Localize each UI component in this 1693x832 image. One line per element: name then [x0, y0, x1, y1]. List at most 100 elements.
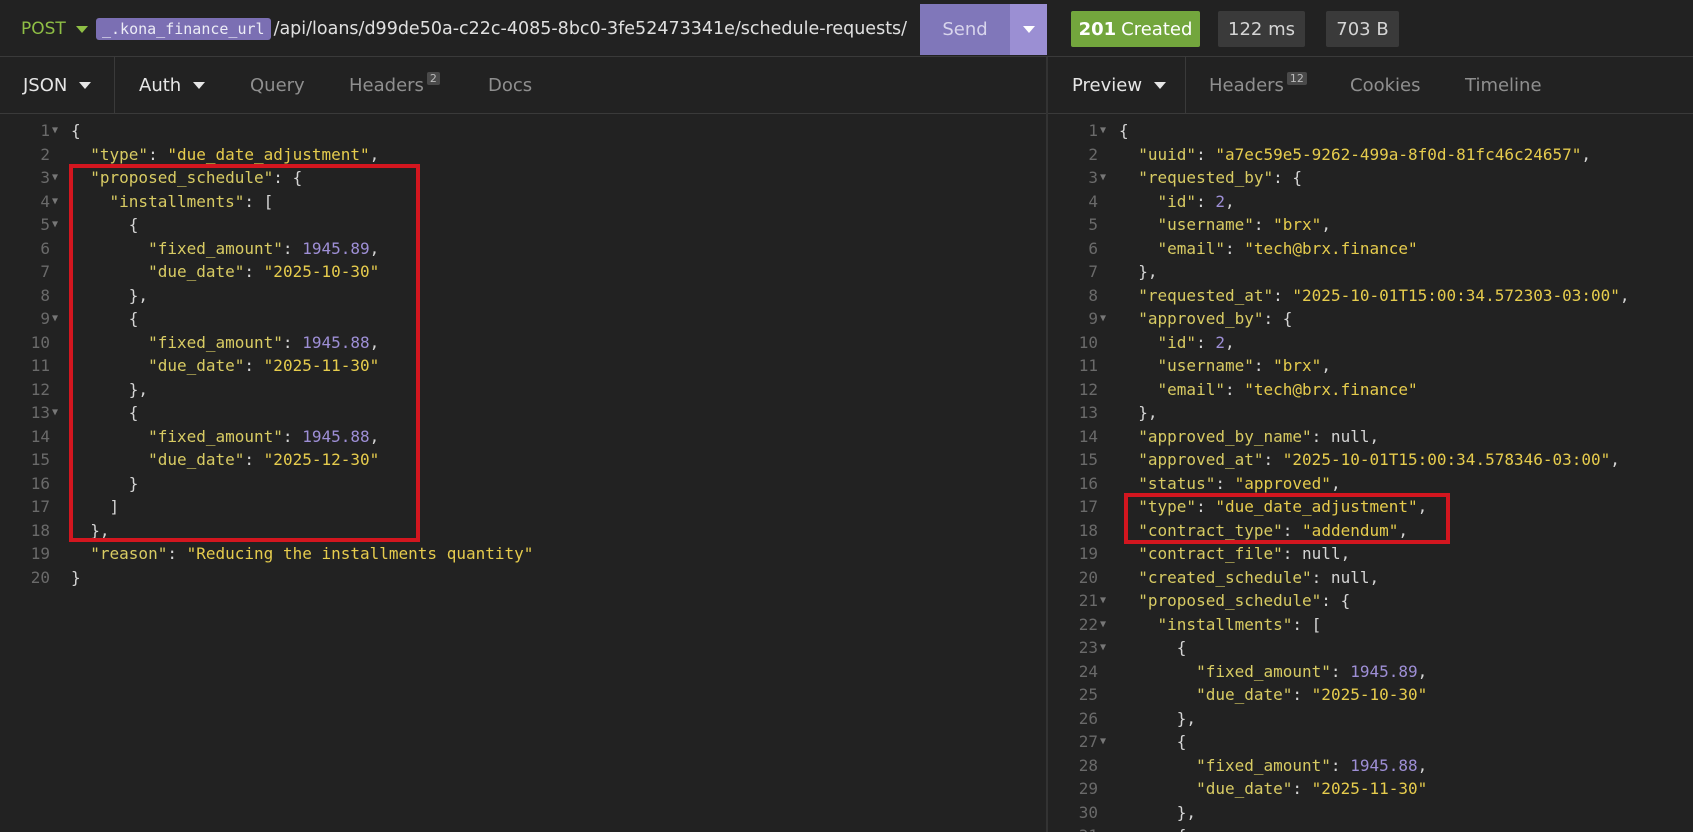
- fold-toggle-icon[interactable]: ▼: [52, 172, 58, 183]
- fold-toggle-icon[interactable]: ▼: [52, 407, 58, 418]
- fold-toggle-icon[interactable]: ▼: [1100, 125, 1106, 136]
- line-number: 8: [40, 285, 50, 305]
- tab-separator: [114, 57, 115, 114]
- code-text: "uuid": "a7ec59e5-9262-499a-8f0d-81fc46c…: [1138, 144, 1592, 164]
- headers-count-badge: 2: [426, 72, 440, 85]
- line-number: 13: [1078, 403, 1098, 423]
- fold-toggle-icon[interactable]: ▼: [52, 219, 58, 230]
- tab-timeline[interactable]: Timeline: [1465, 57, 1542, 114]
- highlight-box-response: [1124, 493, 1450, 544]
- code-text: {: [1119, 826, 1187, 832]
- line-number: 25: [1078, 685, 1098, 705]
- code-line: 19 "reason": "Reducing the installments …: [0, 542, 1046, 566]
- line-number: 5: [40, 215, 50, 235]
- method-label: POST: [21, 19, 66, 39]
- tab-query[interactable]: Query: [250, 57, 305, 114]
- code-text: "username": "brx",: [1157, 356, 1331, 376]
- code-text: "fixed_amount": 1945.88,: [1196, 755, 1428, 775]
- code-line: 15 "approved_at": "2025-10-01T15:00:34.5…: [1048, 448, 1693, 472]
- line-number: 1: [1088, 121, 1098, 141]
- code-text: },: [1119, 262, 1158, 282]
- code-text: "due_date": "2025-10-30": [1196, 685, 1428, 705]
- tab-response-headers-label: Headers: [1209, 75, 1284, 96]
- line-number: 24: [1078, 661, 1098, 681]
- line-number: 28: [1078, 755, 1098, 775]
- line-number: 20: [1078, 567, 1098, 587]
- fold-toggle-icon[interactable]: ▼: [52, 125, 58, 136]
- line-number: 11: [1078, 356, 1098, 376]
- line-number: 9: [1088, 309, 1098, 329]
- code-text: "approved_by": {: [1138, 309, 1293, 329]
- response-preview[interactable]: 1 ▼{2 "uuid": "a7ec59e5-9262-499a-8f0d-81…: [1048, 119, 1693, 832]
- chevron-down-icon: [193, 82, 206, 89]
- code-line: 1 ▼ {: [0, 119, 1046, 143]
- line-number: 19: [1078, 544, 1098, 564]
- tab-body-type[interactable]: JSON: [23, 57, 92, 114]
- line-number: 20: [30, 567, 50, 587]
- tab-response-headers[interactable]: Headers 12: [1209, 57, 1307, 114]
- line-number: 31: [1060, 826, 1098, 832]
- code-line: 23 ▼ {: [1048, 636, 1693, 660]
- response-headers-count-badge: 12: [1286, 72, 1307, 85]
- line-number: 3: [40, 168, 50, 188]
- fold-toggle-icon[interactable]: ▼: [1100, 313, 1106, 324]
- line-number: 8: [1088, 285, 1098, 305]
- fold-toggle-icon[interactable]: ▼: [1100, 736, 1106, 747]
- code-text: "type": "due_date_adjustment",: [90, 144, 380, 164]
- code-line: 9 ▼ "approved_by": {: [1048, 307, 1693, 331]
- line-number: 26: [1078, 708, 1098, 728]
- fold-toggle-icon[interactable]: ▼: [52, 313, 58, 324]
- line-number: 15: [1078, 450, 1098, 470]
- send-options-button[interactable]: [1010, 4, 1047, 55]
- line-number: 17: [30, 497, 50, 517]
- url-input[interactable]: _.kona_finance_url /api/loans/d99de50a-c…: [96, 16, 907, 42]
- code-text: "email": "tech@brx.finance": [1157, 379, 1418, 399]
- code-text: "created_schedule": null,: [1138, 567, 1380, 587]
- fold-toggle-icon[interactable]: ▼: [52, 196, 58, 207]
- line-number: 16: [30, 473, 50, 493]
- code-text: "status": "approved",: [1138, 473, 1341, 493]
- code-line: 12 "email": "tech@brx.finance": [1048, 378, 1693, 402]
- response-time-badge: 122 ms: [1218, 11, 1305, 47]
- code-line: 4 "id": 2,: [1048, 190, 1693, 214]
- code-line: 25 "due_date": "2025-10-30": [1048, 683, 1693, 707]
- code-line: 28 "fixed_amount": 1945.88,: [1048, 754, 1693, 778]
- line-number: 2: [1088, 144, 1098, 164]
- fold-toggle-icon[interactable]: ▼: [1100, 172, 1106, 183]
- line-number: 16: [1078, 473, 1098, 493]
- code-text: "id": 2,: [1157, 332, 1235, 352]
- code-line: 2 "uuid": "a7ec59e5-9262-499a-8f0d-81fc4…: [1048, 143, 1693, 167]
- code-text: }: [71, 567, 81, 587]
- tab-headers-label: Headers: [349, 75, 424, 96]
- tab-auth-label: Auth: [139, 75, 182, 96]
- chevron-down-icon: [79, 82, 92, 89]
- tab-cookies[interactable]: Cookies: [1350, 57, 1420, 114]
- fold-toggle-icon[interactable]: ▼: [1100, 595, 1106, 606]
- line-number: 19: [30, 544, 50, 564]
- tab-auth[interactable]: Auth: [139, 57, 206, 114]
- request-tabs: JSON Auth Query Headers 2 Docs: [0, 57, 1046, 114]
- code-line: 29 "due_date": "2025-11-30": [1048, 777, 1693, 801]
- code-line: 24 "fixed_amount": 1945.89,: [1048, 660, 1693, 684]
- code-text: "email": "tech@brx.finance": [1157, 238, 1418, 258]
- fold-toggle-icon[interactable]: ▼: [1100, 619, 1106, 630]
- line-number: 2: [40, 144, 50, 164]
- send-button[interactable]: Send: [920, 4, 1010, 55]
- tab-headers[interactable]: Headers 2: [349, 57, 440, 114]
- line-number: 1: [40, 121, 50, 141]
- response-tabs: Preview Headers 12 Cookies Timeline: [1048, 57, 1693, 114]
- code-text: {: [71, 121, 81, 141]
- chevron-down-icon: [75, 25, 88, 33]
- tab-preview[interactable]: Preview: [1072, 57, 1167, 114]
- code-line: 10 "id": 2,: [1048, 331, 1693, 355]
- url-variable-tag[interactable]: _.kona_finance_url: [96, 18, 271, 40]
- code-line: 19 "contract_file": null,: [1048, 542, 1693, 566]
- tab-docs[interactable]: Docs: [488, 57, 532, 114]
- method-selector[interactable]: POST: [21, 16, 88, 42]
- code-line: 7 },: [1048, 260, 1693, 284]
- line-number: 6: [1088, 238, 1098, 258]
- tab-body-type-label: JSON: [23, 75, 68, 96]
- line-number: 7: [1088, 262, 1098, 282]
- fold-toggle-icon[interactable]: ▼: [1100, 642, 1106, 653]
- code-text: "requested_by": {: [1138, 168, 1303, 188]
